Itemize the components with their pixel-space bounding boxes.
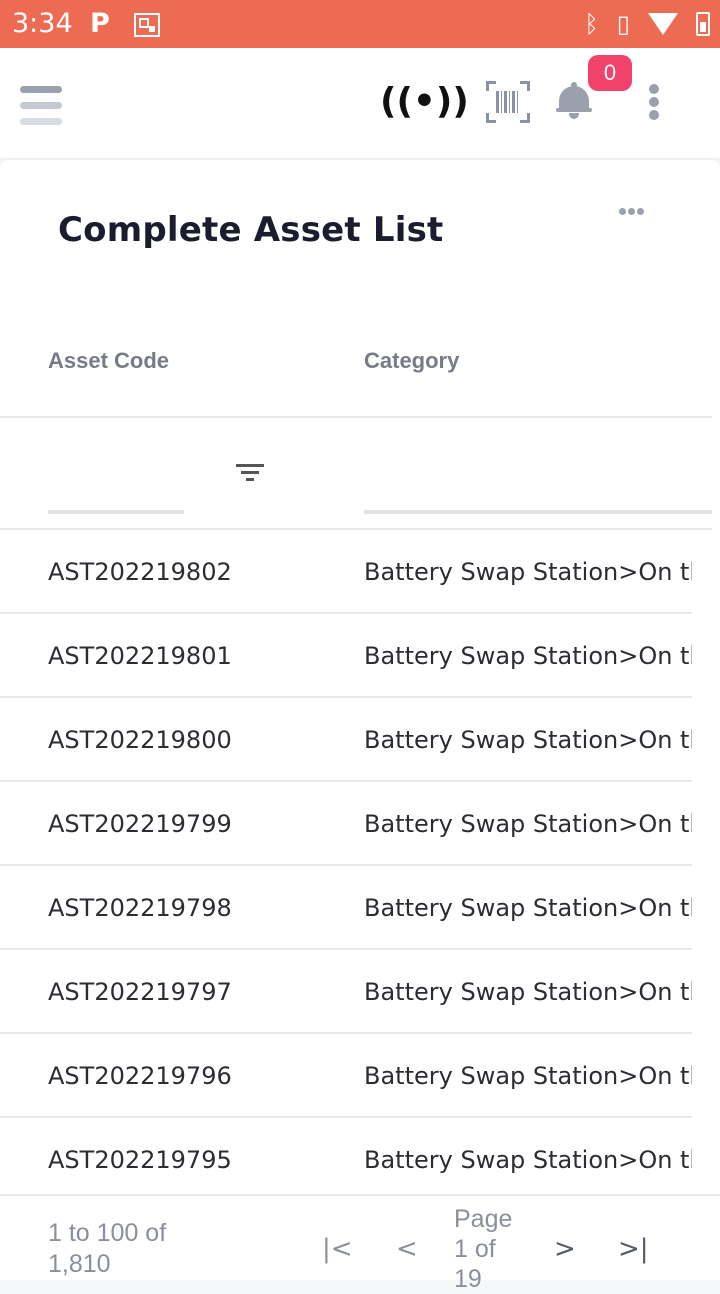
first-page-icon[interactable]: |< xyxy=(322,1234,353,1264)
page-info: Page 1 of 19 xyxy=(454,1205,513,1293)
table-body: AST202219802 Battery Swap Station>On the… xyxy=(0,530,692,1202)
bell-icon[interactable] xyxy=(556,82,592,122)
previous-page-icon[interactable]: < xyxy=(396,1234,418,1264)
asset-code-cell: AST202219798 xyxy=(48,894,232,922)
filter-row xyxy=(0,418,712,530)
category-filter-input[interactable] xyxy=(364,488,712,514)
more-horizontal-icon[interactable] xyxy=(618,208,648,218)
vibrate-icon: ▯ xyxy=(616,10,630,38)
category-cell: Battery Swap Station>On the xyxy=(364,558,692,586)
asset-code-cell: AST202219796 xyxy=(48,1062,232,1090)
menu-icon[interactable] xyxy=(20,86,64,126)
pagination-bar: 1 to 100 of 1,810 |< < Page 1 of 19 > >| xyxy=(0,1194,720,1293)
table-row[interactable]: AST202219801 Battery Swap Station>On the xyxy=(0,614,692,698)
table-row[interactable]: AST202219795 Battery Swap Station>On the xyxy=(0,1118,692,1202)
table-row[interactable]: AST202219796 Battery Swap Station>On the xyxy=(0,1034,692,1118)
category-cell: Battery Swap Station>On the xyxy=(364,1146,692,1174)
table-row[interactable]: AST202219798 Battery Swap Station>On the xyxy=(0,866,692,950)
qr-icon xyxy=(134,13,160,37)
bluetooth-icon: ᛒ xyxy=(584,10,599,38)
asset-code-cell: AST202219799 xyxy=(48,810,232,838)
category-cell: Battery Swap Station>On the xyxy=(364,642,692,670)
column-header-asset-code[interactable]: Asset Code xyxy=(48,348,169,374)
notification-badge: 0 xyxy=(588,55,632,91)
barcode-scan-icon[interactable] xyxy=(486,81,530,123)
asset-code-filter-input[interactable] xyxy=(48,488,184,514)
status-bar: 3:34 P ᛒ ▯ xyxy=(0,0,720,48)
status-time: 3:34 xyxy=(12,8,73,39)
wifi-icon xyxy=(648,13,678,35)
category-cell: Battery Swap Station>On the xyxy=(364,1062,692,1090)
category-cell: Battery Swap Station>On the xyxy=(364,726,692,754)
asset-code-cell: AST202219802 xyxy=(48,558,232,586)
more-vertical-icon[interactable] xyxy=(644,84,664,124)
filter-icon[interactable] xyxy=(236,464,264,484)
page-title: Complete Asset List xyxy=(58,210,444,250)
table-row[interactable]: AST202219797 Battery Swap Station>On the xyxy=(0,950,692,1034)
table-row[interactable]: AST202219802 Battery Swap Station>On the xyxy=(0,530,692,614)
app-bar: ((•)) 0 xyxy=(0,48,720,158)
battery-icon xyxy=(696,12,710,36)
last-page-icon[interactable]: >| xyxy=(618,1234,649,1264)
asset-code-cell: AST202219801 xyxy=(48,642,232,670)
asset-code-cell: AST202219800 xyxy=(48,726,232,754)
category-cell: Battery Swap Station>On the xyxy=(364,978,692,1006)
rfid-icon[interactable]: ((•)) xyxy=(380,78,469,126)
category-cell: Battery Swap Station>On the xyxy=(364,810,692,838)
asset-code-cell: AST202219795 xyxy=(48,1146,232,1174)
table-header: Asset Code Category xyxy=(0,320,712,418)
asset-code-cell: AST202219797 xyxy=(48,978,232,1006)
next-page-icon[interactable]: > xyxy=(554,1234,576,1264)
pagination-summary: 1 to 100 of 1,810 xyxy=(48,1219,167,1278)
column-header-category[interactable]: Category xyxy=(364,348,459,374)
table-row[interactable]: AST202219799 Battery Swap Station>On the xyxy=(0,782,692,866)
category-cell: Battery Swap Station>On the xyxy=(364,894,692,922)
asset-list-card: Complete Asset List Asset Code Category … xyxy=(0,160,720,1280)
p-icon: P xyxy=(90,8,110,39)
table-row[interactable]: AST202219800 Battery Swap Station>On the xyxy=(0,698,692,782)
